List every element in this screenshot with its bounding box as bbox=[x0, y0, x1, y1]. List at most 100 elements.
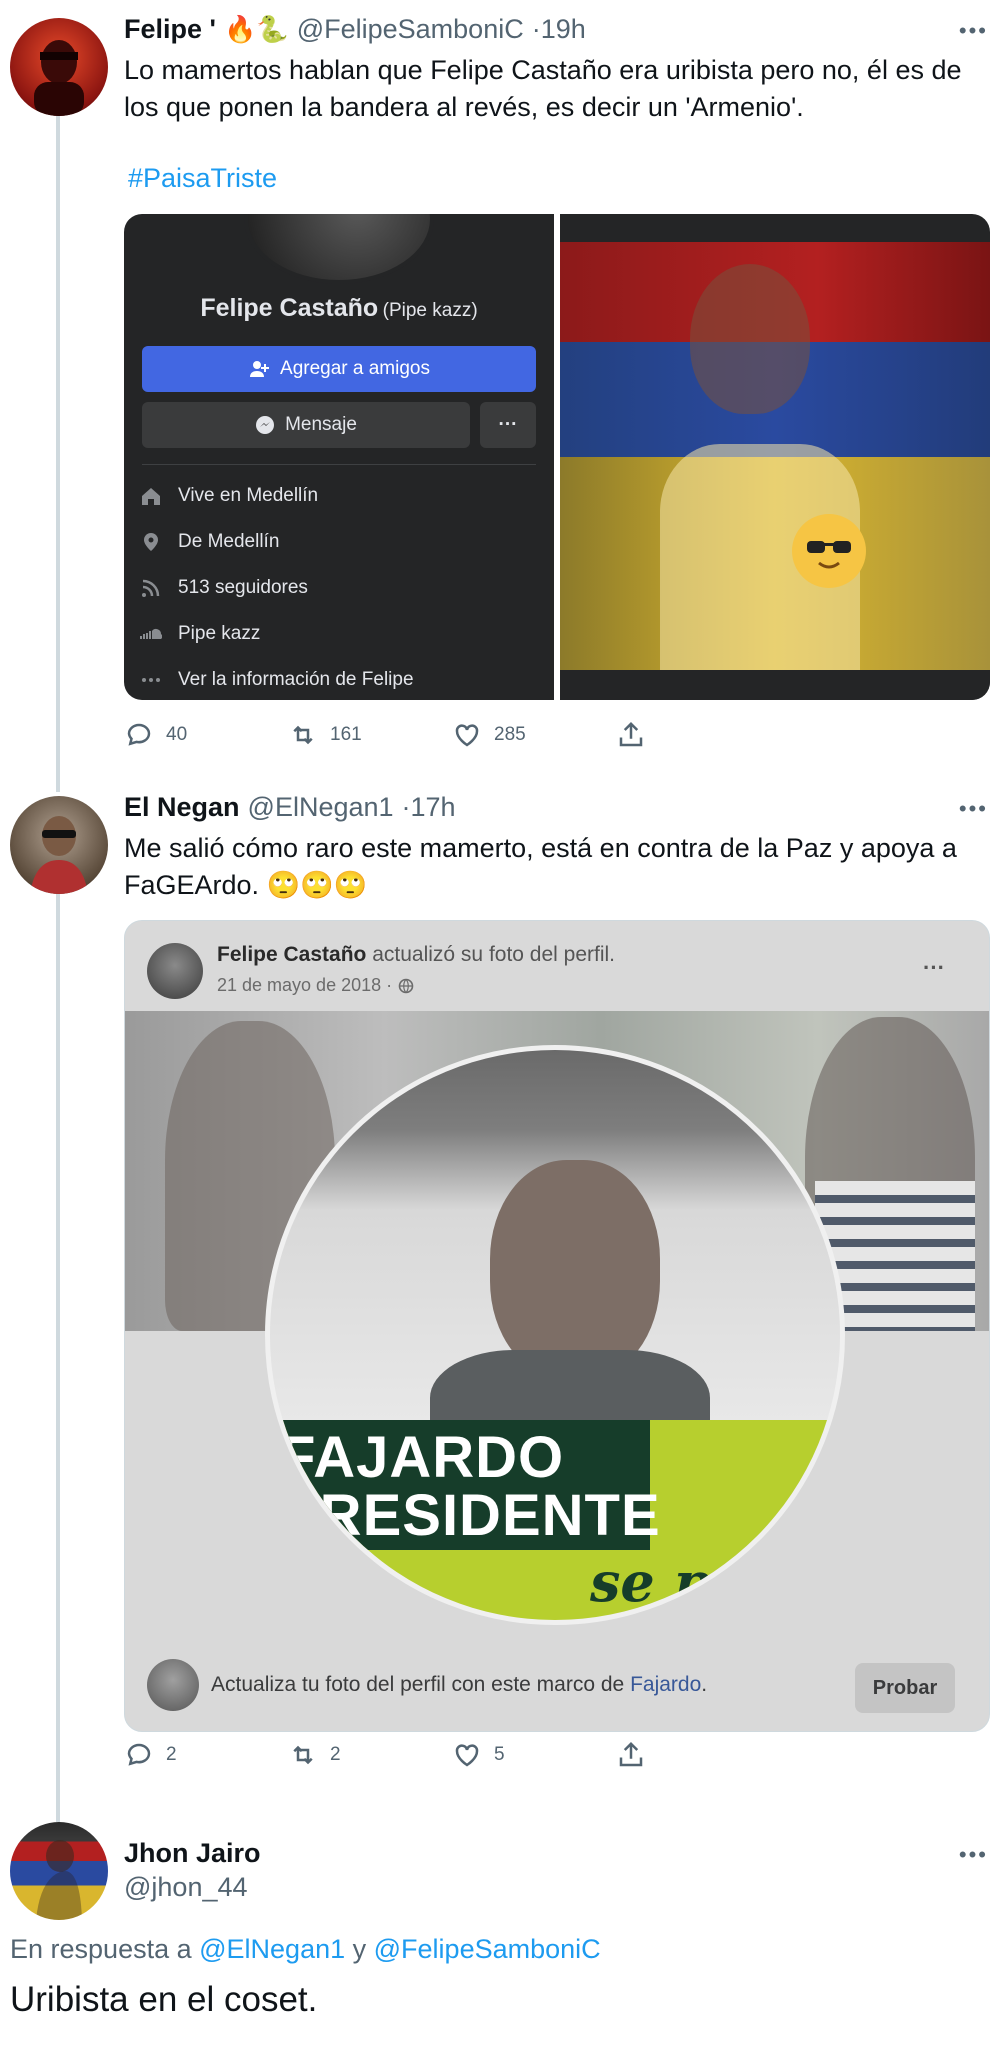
share-icon bbox=[619, 1741, 643, 1767]
profile-alias: (Pipe kazz) bbox=[382, 300, 478, 321]
info-row-lives-in: Vive en Medellín bbox=[140, 476, 318, 516]
home-icon bbox=[142, 488, 160, 505]
more-options-icon[interactable]: ••• bbox=[959, 796, 988, 822]
message-button[interactable]: Mensaje bbox=[142, 402, 470, 448]
info-row-see-more[interactable]: Ver la información de Felipe bbox=[140, 660, 414, 700]
like-button[interactable]: 5 bbox=[452, 1740, 616, 1770]
reply-icon bbox=[127, 723, 151, 746]
retweet-button[interactable]: 161 bbox=[288, 720, 452, 750]
retweet-count: 161 bbox=[330, 724, 362, 745]
info-value: 513 seguidores bbox=[178, 577, 308, 598]
eye-roll-emojis: 🙄🙄🙄 bbox=[266, 870, 368, 900]
banner-line1: FAJARDO bbox=[280, 1425, 565, 1490]
avatar[interactable] bbox=[10, 18, 108, 116]
share-icon bbox=[619, 721, 643, 747]
share-button[interactable] bbox=[616, 720, 780, 750]
reply-button[interactable]: 2 bbox=[124, 1740, 288, 1770]
sunglasses-emoji-icon bbox=[792, 514, 866, 588]
frame-cta-avatar bbox=[147, 1659, 199, 1711]
add-friend-label: Agregar a amigos bbox=[280, 358, 430, 379]
reply-button[interactable]: 40 bbox=[124, 720, 288, 750]
person-silhouette bbox=[690, 264, 810, 414]
profile-more-button[interactable]: ··· bbox=[480, 402, 536, 448]
reply-icon bbox=[127, 1743, 151, 1766]
heart-icon bbox=[455, 724, 479, 747]
info-value: Medellín bbox=[207, 531, 280, 552]
heart-icon bbox=[455, 1744, 479, 1767]
info-row-followers: 513 seguidores bbox=[140, 568, 308, 608]
display-name[interactable]: Jhon Jairo bbox=[124, 1838, 261, 1869]
reply-prefix: En respuesta a bbox=[10, 1934, 200, 1964]
flag-overlay-photo[interactable] bbox=[560, 214, 990, 700]
reply-count: 2 bbox=[166, 1744, 177, 1765]
info-value: Medellín bbox=[246, 485, 319, 506]
retweet-count: 2 bbox=[330, 1744, 341, 1765]
add-friend-button[interactable]: Agregar a amigos bbox=[142, 346, 536, 392]
photo-bottom-bar bbox=[560, 670, 990, 700]
tweet-text: Lo mamertos hablan que Felipe Castaño er… bbox=[124, 55, 962, 122]
message-label: Mensaje bbox=[285, 414, 357, 435]
thread-connector bbox=[56, 112, 60, 792]
name-emojis: 🔥🐍 bbox=[223, 14, 289, 44]
display-name[interactable]: El Negan bbox=[124, 792, 240, 823]
cta-text: Actualiza tu foto del perfil con este ma… bbox=[211, 1673, 631, 1696]
tweet-text: Me salió cómo raro este mamerto, está en… bbox=[124, 830, 994, 904]
like-count: 5 bbox=[494, 1744, 505, 1765]
try-frame-label: Probar bbox=[872, 1676, 938, 1699]
reply-count: 40 bbox=[166, 724, 188, 745]
messenger-icon bbox=[256, 416, 275, 434]
hashtag-link[interactable]: #PaisaTriste bbox=[128, 163, 277, 194]
fb-profile-screenshot[interactable]: Felipe Castaño (Pipe kazz) Agregar a ami… bbox=[124, 214, 554, 700]
tweet-text: Uribista en el coset. bbox=[10, 1980, 318, 2019]
like-button[interactable]: 285 bbox=[452, 720, 616, 750]
post-more-button[interactable]: ··· bbox=[923, 955, 945, 981]
fb-post-screenshot[interactable]: Felipe Castaño actualizó su foto del per… bbox=[124, 920, 990, 1732]
post-author-avatar bbox=[147, 943, 203, 999]
avatar[interactable] bbox=[10, 1822, 108, 1920]
info-row-soundcloud: Pipe kazz bbox=[140, 614, 260, 654]
post-author-name: Felipe Castaño bbox=[217, 943, 367, 966]
profile-name: Felipe Castaño bbox=[200, 294, 379, 322]
user-handle[interactable]: @ElNegan1 bbox=[248, 792, 394, 823]
location-pin-icon bbox=[144, 533, 158, 551]
more-dots-label: ··· bbox=[498, 414, 518, 435]
avatar[interactable] bbox=[10, 796, 108, 894]
info-prefix: De bbox=[178, 531, 208, 552]
cta-link[interactable]: Fajardo bbox=[630, 1673, 701, 1696]
tweet-text-content: Me salió cómo raro este mamerto, está en… bbox=[124, 833, 957, 900]
banner-line2: PRESIDENTE bbox=[280, 1483, 661, 1548]
like-count: 285 bbox=[494, 724, 526, 745]
info-value: Pipe kazz bbox=[178, 623, 261, 644]
profile-face bbox=[490, 1160, 660, 1380]
reply-mention-1[interactable]: @ElNegan1 bbox=[199, 1934, 345, 1964]
timestamp[interactable]: ·19h bbox=[532, 14, 586, 45]
retweet-button[interactable]: 2 bbox=[288, 1740, 452, 1770]
display-name[interactable]: Felipe ' bbox=[124, 14, 216, 45]
share-button[interactable] bbox=[616, 1740, 780, 1770]
info-prefix: Vive en bbox=[178, 485, 247, 506]
info-value: Ver la información de Felipe bbox=[178, 669, 414, 690]
profile-frame-circle: FAJARDO PRESIDENTE se pu bbox=[265, 1045, 845, 1625]
more-options-icon[interactable]: ••• bbox=[959, 1842, 988, 1868]
reply-mention-2[interactable]: @FelipeSamboniC bbox=[374, 1934, 601, 1964]
info-row-from: De Medellín bbox=[140, 522, 279, 562]
banner-script: se pu bbox=[590, 1550, 751, 1614]
globe-icon bbox=[398, 978, 414, 993]
more-options-icon[interactable]: ••• bbox=[959, 18, 988, 44]
user-handle[interactable]: @jhon_44 bbox=[124, 1872, 248, 1903]
more-dots-icon bbox=[142, 678, 160, 682]
timestamp[interactable]: ·17h bbox=[402, 792, 456, 823]
add-friend-icon bbox=[250, 361, 270, 377]
reply-and: y bbox=[345, 1934, 374, 1964]
user-handle[interactable]: @FelipeSamboniC bbox=[297, 14, 524, 45]
divider bbox=[142, 464, 536, 465]
retweet-icon bbox=[293, 1745, 313, 1765]
thread-connector bbox=[56, 892, 60, 1822]
profile-photo bbox=[244, 214, 434, 284]
cta-end: . bbox=[701, 1673, 708, 1696]
retweet-icon bbox=[293, 725, 313, 745]
rss-icon bbox=[142, 579, 160, 597]
post-date: 21 de mayo de 2018 · bbox=[217, 975, 393, 995]
post-action-text: actualizó su foto del perfil. bbox=[366, 943, 616, 966]
try-frame-button[interactable]: Probar bbox=[855, 1663, 955, 1713]
